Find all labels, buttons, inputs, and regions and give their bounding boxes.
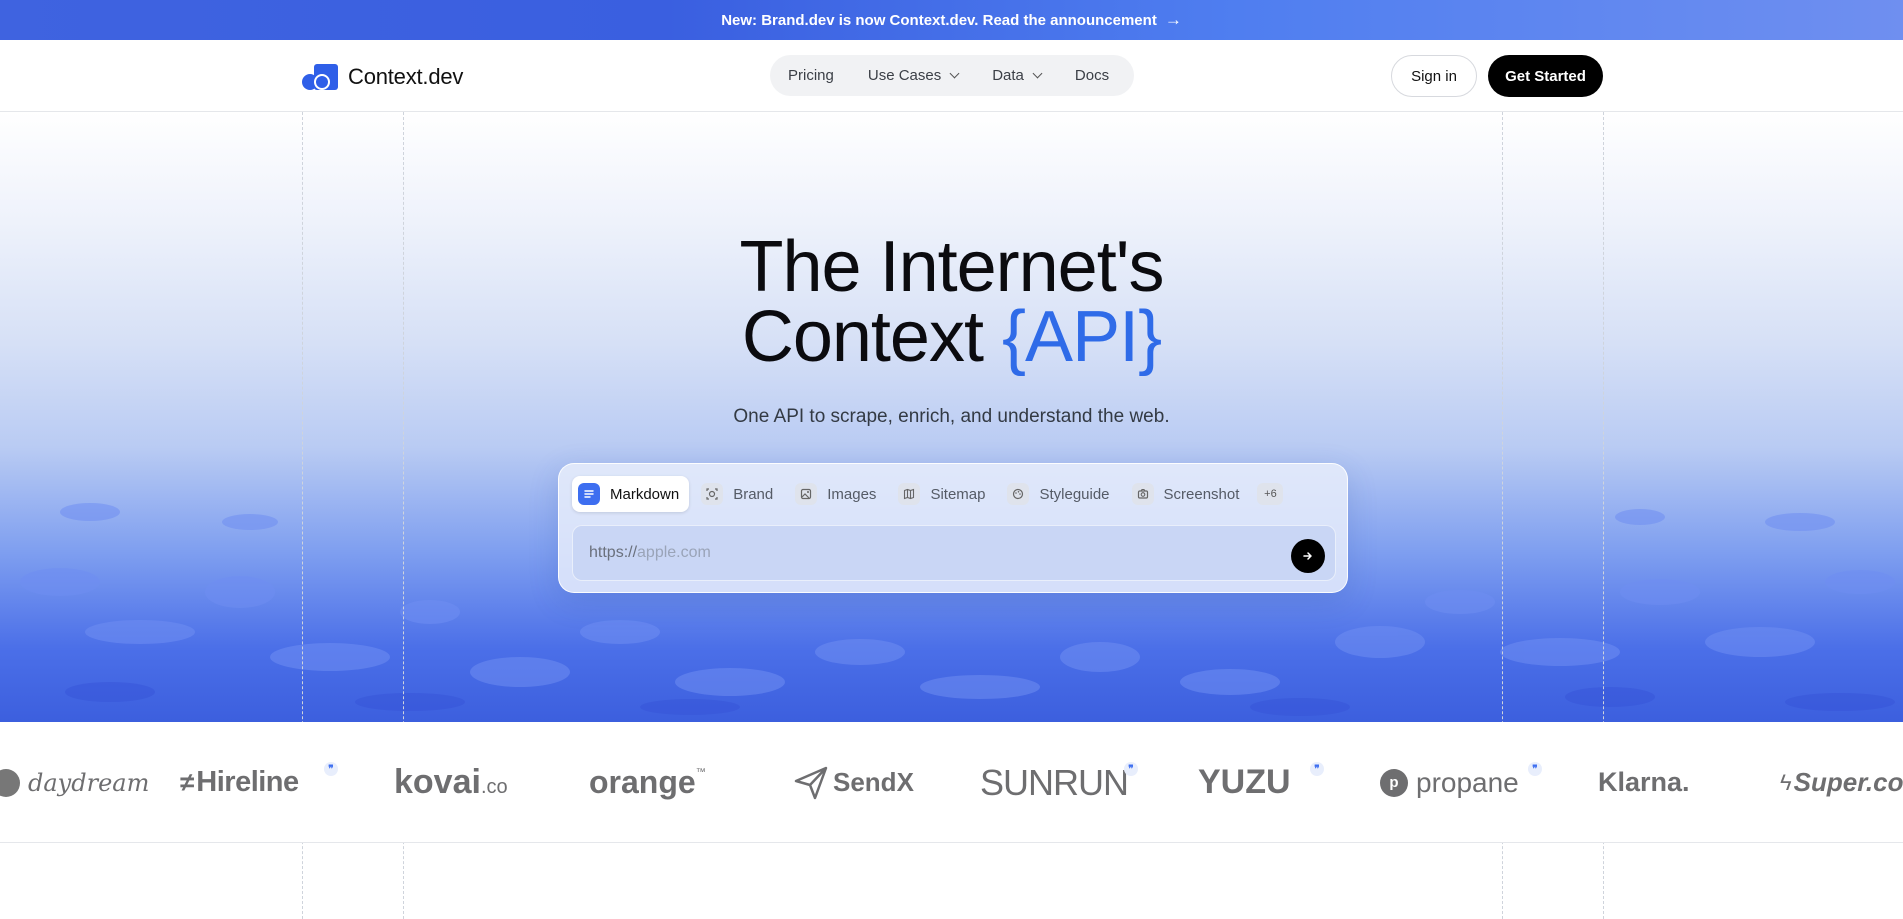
logo-yuzu: YUZU ❞ <box>1198 722 1324 842</box>
tab-styleguide[interactable]: Styleguide <box>1001 476 1119 512</box>
logo-orange-text: orange <box>589 764 696 800</box>
logo[interactable]: Context.dev <box>302 64 463 90</box>
logo-propane-text: propane <box>1416 766 1519 798</box>
endpoint-tabs: Markdown Brand Images Sitemap Styleguide <box>572 476 1284 512</box>
url-field[interactable]: https:// <box>572 525 1336 581</box>
submit-button[interactable] <box>1291 539 1325 573</box>
arrow-right-icon <box>1303 552 1312 560</box>
nav-item-label: Pricing <box>788 67 834 84</box>
nav-item-data[interactable]: Data <box>992 67 1043 84</box>
logo-daydream-text: daydream <box>28 768 150 797</box>
announcement-text[interactable]: New: Brand.dev is now Context.dev. Read … <box>721 12 1157 29</box>
brand-scan-icon <box>701 483 724 505</box>
tab-label: Markdown <box>610 485 680 503</box>
logo-klarna: Klarna. <box>1598 722 1690 842</box>
customer-logos: daydream ≠ Hireline ❞ kovai .co orange ™… <box>0 722 1903 843</box>
tab-sitemap[interactable]: Sitemap <box>892 476 995 512</box>
main-nav: Pricing Use Cases Data Docs <box>770 55 1134 96</box>
quote-badge-icon: ❞ <box>324 762 338 776</box>
more-tabs-button[interactable]: +6 <box>1257 483 1284 505</box>
logo-klarna-text: Klarna. <box>1598 767 1690 797</box>
arrow-right-icon: → <box>1164 10 1182 29</box>
get-started-button[interactable]: Get Started <box>1488 55 1603 97</box>
nav-item-label: Docs <box>1074 67 1110 84</box>
announcement-bar[interactable]: New: Brand.dev is now Context.dev. Read … <box>0 0 1903 40</box>
tab-screenshot[interactable]: Screenshot <box>1126 476 1250 512</box>
paper-plane-icon <box>794 766 828 799</box>
nav-item-use-cases[interactable]: Use Cases <box>867 67 960 84</box>
logo-super: ϟ Super.com <box>1780 722 1903 842</box>
logo-daydream: daydream <box>0 722 150 842</box>
bolt-icon: ϟ <box>1780 769 1792 795</box>
quote-badge-icon: ❞ <box>1124 762 1138 776</box>
nav-item-pricing[interactable]: Pricing <box>788 67 834 84</box>
hero-title-line1: The Internet's <box>739 227 1165 307</box>
nav-item-label: Use Cases <box>867 67 942 84</box>
tab-label: Screenshot <box>1163 485 1240 503</box>
chevron-down-icon <box>949 68 960 79</box>
tab-images[interactable]: Images <box>789 476 886 512</box>
quote-badge-icon: ❞ <box>1310 762 1324 776</box>
logo-sunrun-text: SUNRUN <box>980 761 1129 803</box>
hero-title-line2: Context {API} <box>0 301 1903 373</box>
tab-label: Styleguide <box>1039 485 1110 503</box>
document-lines-icon <box>578 483 600 505</box>
site-header: Context.dev Pricing Use Cases Data Docs … <box>0 40 1903 112</box>
logo-kovai-text: kovai <box>394 763 481 801</box>
logo-propane: p propane ❞ <box>1380 722 1542 842</box>
tab-markdown[interactable]: Markdown <box>572 476 690 512</box>
image-icon <box>795 483 818 505</box>
chevron-down-icon <box>1032 68 1043 79</box>
nav-item-docs[interactable]: Docs <box>1075 67 1109 84</box>
logo-orange-tm: ™ <box>695 767 706 778</box>
hireline-mark-icon: ≠ <box>180 767 195 797</box>
logo-sendx: SendX <box>793 722 914 842</box>
tab-label: Images <box>827 485 877 503</box>
logo-hireline-text: Hireline <box>196 766 299 798</box>
tab-label: Brand <box>733 485 774 503</box>
palette-icon <box>1007 483 1030 505</box>
propane-mark-icon: p <box>1380 768 1408 797</box>
logo-hireline: ≠ Hireline ❞ <box>180 722 338 842</box>
nav-item-label: Data <box>992 67 1024 84</box>
context-logo-icon <box>302 64 338 90</box>
logo-sendx-text: SendX <box>833 767 914 797</box>
map-icon <box>898 483 921 505</box>
logo-sunrun: SUNRUN ❞ <box>980 722 1138 842</box>
tab-label: Sitemap <box>930 485 986 503</box>
daydream-mark-icon <box>0 768 20 797</box>
camera-icon <box>1131 483 1154 505</box>
url-input[interactable] <box>637 544 1238 562</box>
logo-kovai: kovai .co <box>394 722 508 842</box>
url-prefix: https:// <box>589 544 638 561</box>
logo-super-text: Super.com <box>1793 767 1903 797</box>
logo-orange: orange ™ <box>589 722 706 842</box>
quote-badge-icon: ❞ <box>1528 762 1542 776</box>
logo-kovai-suffix: .co <box>480 776 508 798</box>
sign-in-button[interactable]: Sign in <box>1391 55 1477 97</box>
logo-text: Context.dev <box>348 64 464 89</box>
api-demo-card: Markdown Brand Images Sitemap Styleguide <box>558 463 1348 593</box>
logo-yuzu-text: YUZU <box>1198 763 1291 801</box>
hero-title: The Internet's Context {API} <box>0 227 1903 373</box>
hero-subtitle: One API to scrape, enrich, and understan… <box>733 406 1170 427</box>
hero-title-word: Context <box>741 297 984 377</box>
hero-title-accent: {API} <box>1002 297 1162 377</box>
tab-brand[interactable]: Brand <box>695 476 783 512</box>
